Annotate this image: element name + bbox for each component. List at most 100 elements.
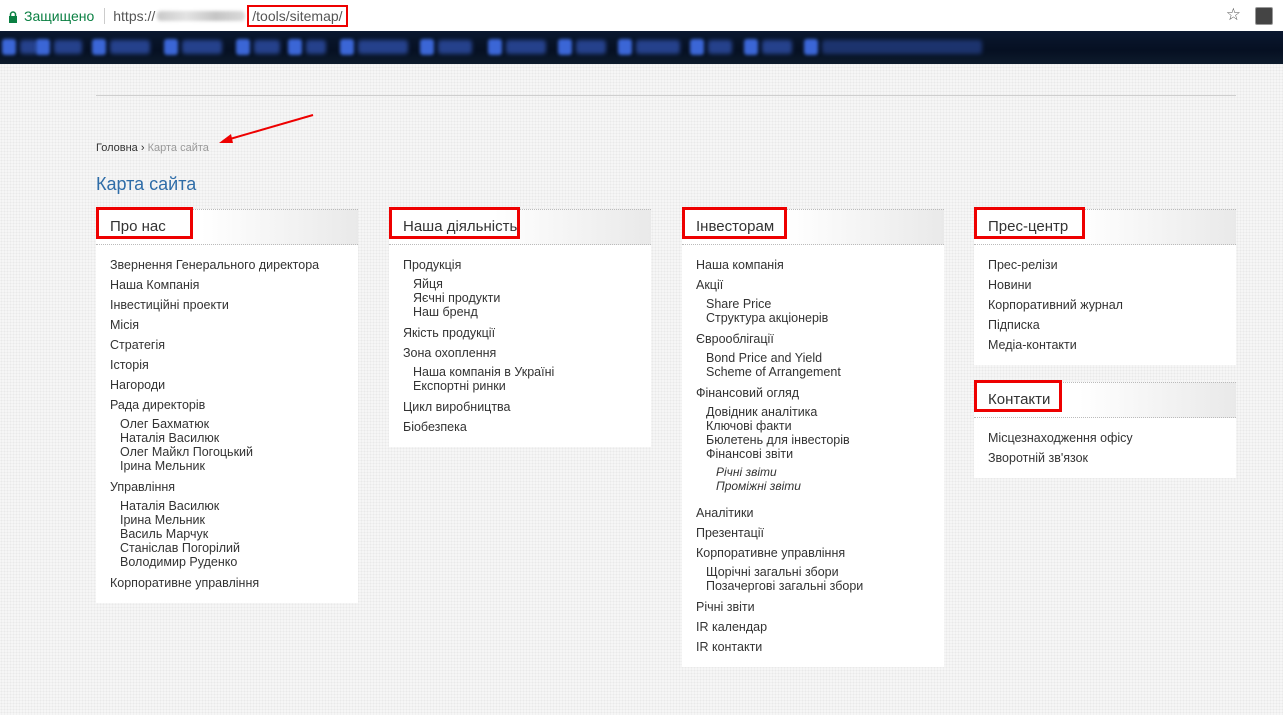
- sitemap-link[interactable]: IR календар: [696, 617, 930, 637]
- bookmark-icon[interactable]: [36, 39, 50, 55]
- bookmark-item[interactable]: [576, 40, 606, 54]
- sitemap-sublink[interactable]: Ірина Мельник: [120, 459, 344, 473]
- sitemap-link[interactable]: Наша компанія: [696, 255, 930, 275]
- bookmark-icon[interactable]: [690, 39, 704, 55]
- bookmark-icon[interactable]: [288, 39, 302, 55]
- bookmark-icon[interactable]: [340, 39, 354, 55]
- sitemap-sublink[interactable]: Наша компанія в Україні: [413, 365, 637, 379]
- address-bar[interactable]: Защищено https:// /tools/sitemap/ ☆: [0, 0, 1283, 32]
- sitemap-sublink-label: Ірина Мельник: [120, 513, 205, 527]
- bookmark-item[interactable]: [762, 40, 792, 54]
- sitemap-sublink[interactable]: Станіслав Погорілий: [120, 541, 344, 555]
- bookmark-icon[interactable]: [420, 39, 434, 55]
- bookmark-item[interactable]: [110, 40, 150, 54]
- sitemap-link[interactable]: Історія: [110, 355, 344, 375]
- bookmark-icon[interactable]: [164, 39, 178, 55]
- sitemap-link[interactable]: IR контакти: [696, 637, 930, 657]
- sitemap-sublink[interactable]: Наталія Василюк: [120, 431, 344, 445]
- sitemap-link[interactable]: Стратегія: [110, 335, 344, 355]
- bookmark-item[interactable]: [708, 40, 732, 54]
- bookmark-item[interactable]: [182, 40, 222, 54]
- bookmark-icon[interactable]: [488, 39, 502, 55]
- sitemap-link[interactable]: Єврооблігації Bond Price and Yield Scheme …: [696, 329, 930, 383]
- sitemap-sublink[interactable]: Щорічні загальні збори: [706, 565, 930, 579]
- sitemap-subsublink[interactable]: Річні звіти: [716, 465, 930, 479]
- sitemap-sublink-label: Позачергові загальні збори: [706, 579, 864, 593]
- bookmark-icon[interactable]: [744, 39, 758, 55]
- sitemap-link[interactable]: Річні звіти: [696, 597, 930, 617]
- sitemap-sublink[interactable]: Bond Price and Yield: [706, 351, 930, 365]
- sitemap-sublink[interactable]: Бюлетень для інвесторів: [706, 433, 930, 447]
- bookmark-icon[interactable]: [558, 39, 572, 55]
- sitemap-sublink[interactable]: Наш бренд: [413, 305, 637, 319]
- sitemap-link[interactable]: Фінансовий огляд Довідник аналітика Ключов…: [696, 383, 930, 503]
- bookmark-star-icon[interactable]: ☆: [1226, 5, 1241, 25]
- sitemap-sublink[interactable]: Ключові факти: [706, 419, 930, 433]
- bookmark-icon[interactable]: [92, 39, 106, 55]
- section-header: Контакти: [974, 380, 1236, 418]
- sitemap-link[interactable]: Управління Наталія Василюк Ірина Мельник Ва…: [110, 477, 344, 573]
- sitemap-link[interactable]: Інвестиційні проекти: [110, 295, 344, 315]
- sitemap-sublink[interactable]: Яйця: [413, 277, 637, 291]
- sitemap-sublink[interactable]: Позачергові загальні збори: [706, 579, 930, 593]
- sitemap-link[interactable]: Аналітики: [696, 503, 930, 523]
- sitemap-sublink[interactable]: Scheme of Arrangement: [706, 365, 930, 379]
- sitemap-link-label: Місія: [110, 318, 139, 332]
- bookmark-item[interactable]: [506, 40, 546, 54]
- sitemap-link[interactable]: Акції Share Price Структура акціонерів: [696, 275, 930, 329]
- sitemap-link[interactable]: Нагороди: [110, 375, 344, 395]
- address-divider: [104, 7, 106, 24]
- sitemap-sublink[interactable]: Структура акціонерів: [706, 311, 930, 325]
- bookmark-item[interactable]: [306, 40, 326, 54]
- sitemap-link[interactable]: Новини: [988, 275, 1222, 295]
- sitemap-link[interactable]: Презентації: [696, 523, 930, 543]
- bookmark-icon[interactable]: [618, 39, 632, 55]
- sitemap-link[interactable]: Корпоративний журнал: [988, 295, 1222, 315]
- sitemap-sublink[interactable]: Довідник аналітика: [706, 405, 930, 419]
- bookmark-item[interactable]: [438, 40, 472, 54]
- sitemap-link-label: Зона охоплення: [403, 346, 497, 360]
- sitemap-link[interactable]: Підписка: [988, 315, 1222, 335]
- sitemap-sublink[interactable]: Яєчні продукти: [413, 291, 637, 305]
- sitemap-sublink[interactable]: Наталія Василюк: [120, 499, 344, 513]
- sublink-list: Олег Бахматюк Наталія Василюк Олег Майкл П…: [110, 415, 344, 477]
- sitemap-link[interactable]: Продукція Яйця Яєчні продукти Наш бренд: [403, 255, 637, 323]
- sitemap-sublink[interactable]: Василь Марчук: [120, 527, 344, 541]
- sitemap-link[interactable]: Звернення Генерального директора: [110, 255, 344, 275]
- sitemap-link[interactable]: Корпоративне управління: [110, 573, 344, 593]
- bookmark-item[interactable]: [358, 40, 408, 54]
- sitemap-link[interactable]: Місія: [110, 315, 344, 335]
- extension-icon[interactable]: [1255, 7, 1273, 25]
- sitemap-link[interactable]: Якість продукції: [403, 323, 637, 343]
- bookmark-item[interactable]: [54, 40, 82, 54]
- bookmark-icon[interactable]: [236, 39, 250, 55]
- sitemap-sublink[interactable]: Олег Бахматюк: [120, 417, 344, 431]
- sitemap-sublink[interactable]: Володимир Руденко: [120, 555, 344, 569]
- sitemap-link[interactable]: Місцезнаходження офісу: [988, 428, 1222, 448]
- sitemap-sublink[interactable]: Експортні ринки: [413, 379, 637, 393]
- sitemap-sublink-label: Олег Бахматюк: [120, 417, 210, 431]
- sitemap-link-label: Інвестиційні проекти: [110, 298, 229, 312]
- sitemap-link[interactable]: Корпоративне управління Щорічні загальні …: [696, 543, 930, 597]
- sitemap-link[interactable]: Зворотній зв'язок: [988, 448, 1222, 468]
- sitemap-sublink[interactable]: Фінансові звіти Річні звіти Проміжні звіти: [706, 447, 930, 499]
- sitemap-link[interactable]: Рада директорів Олег Бахматюк Наталія Васи…: [110, 395, 344, 477]
- bookmark-icon[interactable]: [2, 39, 16, 55]
- sitemap-link[interactable]: Цикл виробництва: [403, 397, 637, 417]
- sitemap-link[interactable]: Прес-релізи: [988, 255, 1222, 275]
- sitemap-sublink[interactable]: Ірина Мельник: [120, 513, 344, 527]
- sitemap-link[interactable]: Біобезпека: [403, 417, 637, 437]
- sitemap-link[interactable]: Зона охоплення Наша компанія в Україні Екс…: [403, 343, 637, 397]
- sitemap-link[interactable]: Наша Компанія: [110, 275, 344, 295]
- bookmark-item[interactable]: [822, 40, 982, 54]
- bookmark-icon[interactable]: [804, 39, 818, 55]
- sitemap-sublink[interactable]: Олег Майкл Погоцький: [120, 445, 344, 459]
- bookmark-item[interactable]: [636, 40, 680, 54]
- bookmark-item[interactable]: [254, 40, 280, 54]
- sitemap-link[interactable]: Медіа-контакти: [988, 335, 1222, 355]
- sitemap-subsublink[interactable]: Проміжні звіти: [716, 479, 930, 493]
- breadcrumb-home-link[interactable]: Головна: [96, 142, 138, 154]
- sitemap-sublink[interactable]: Share Price: [706, 297, 930, 311]
- link-list: Прес-релізи Новини Корпоративний журнал Під…: [974, 245, 1236, 355]
- sitemap-link-label: Єврооблігації: [696, 332, 774, 346]
